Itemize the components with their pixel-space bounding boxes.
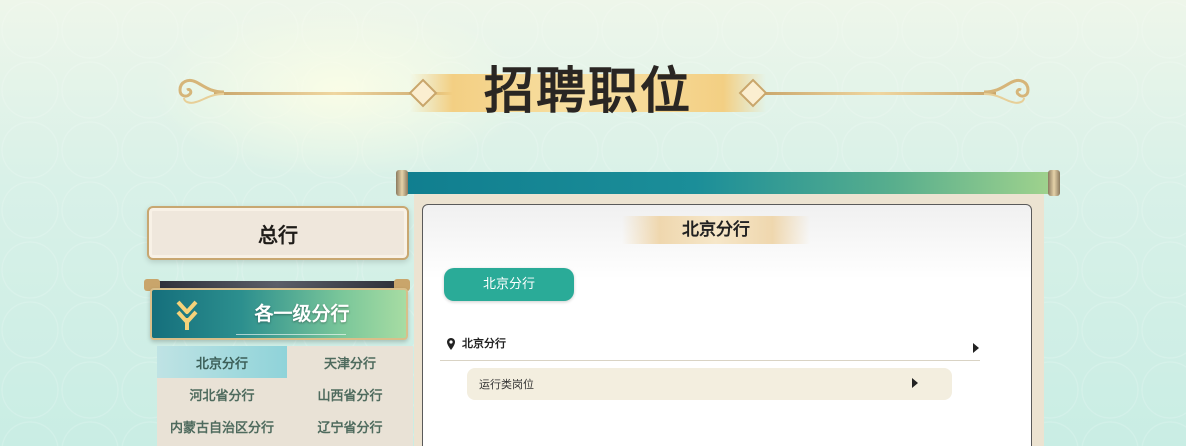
branch-list: 北京分行 天津分行 河北省分行 山西省分行 内蒙古自治区分行 辽宁省分行	[157, 346, 413, 446]
branches-header-underline	[236, 334, 346, 335]
location-row[interactable]: 北京分行	[440, 333, 980, 361]
branch-item-liaoning[interactable]: 辽宁省分行	[287, 410, 413, 442]
panel-title: 北京分行	[682, 220, 750, 240]
double-chevron-down-icon	[176, 300, 198, 330]
branch-item-beijing[interactable]: 北京分行	[157, 346, 287, 378]
scroll-header-bar	[398, 172, 1058, 194]
page-title-banner: 招聘职位	[170, 56, 1036, 130]
location-pin-icon	[447, 338, 455, 350]
branch-item-shanxi[interactable]: 山西省分行	[287, 378, 413, 410]
branch-tab-button[interactable]: 北京分行	[444, 268, 574, 301]
scroll-cap-right	[1048, 170, 1060, 196]
scroll-cap-left	[396, 170, 408, 196]
caret-right-icon	[912, 378, 918, 388]
banner-line-right	[760, 92, 996, 95]
job-category-row[interactable]: 运行类岗位	[467, 368, 952, 400]
branches-header-title: 各一级分行	[254, 303, 350, 325]
branch-item-tianjin[interactable]: 天津分行	[287, 346, 413, 378]
headquarters-button[interactable]: 总行	[147, 206, 409, 260]
location-label: 北京分行	[462, 337, 506, 350]
caret-right-icon	[973, 343, 979, 353]
branches-header[interactable]: 各一级分行	[150, 288, 408, 340]
cloud-scroll-left-icon	[178, 78, 225, 104]
branch-item-hebei[interactable]: 河北省分行	[157, 378, 287, 410]
cloud-scroll-right-icon	[983, 78, 1030, 104]
job-category-label: 运行类岗位	[479, 378, 534, 391]
branch-item-inner-mongolia[interactable]: 内蒙古自治区分行	[157, 410, 287, 442]
page-title: 招聘职位	[484, 61, 692, 120]
